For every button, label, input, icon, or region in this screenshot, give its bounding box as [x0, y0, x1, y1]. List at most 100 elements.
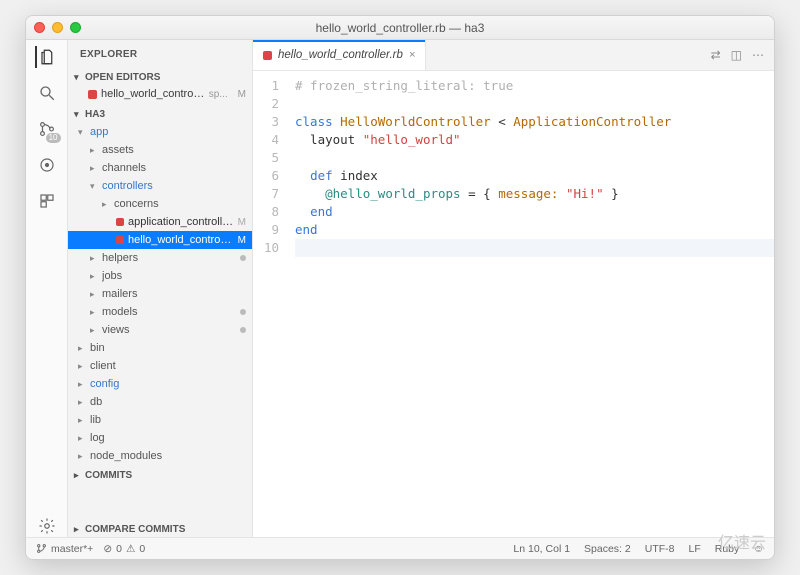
file-item[interactable]: hello_world_controller.rbM: [68, 231, 252, 249]
maximize-window-button[interactable]: [70, 22, 81, 33]
ruby-file-icon: [263, 51, 272, 60]
folder-item[interactable]: ▸ mailers: [68, 285, 252, 303]
open-editors-section: ▾ OPEN EDITORS hello_world_controller.rb…: [68, 68, 252, 105]
folder-item[interactable]: ▸ helpers: [68, 249, 252, 267]
code-line[interactable]: end: [295, 221, 774, 239]
open-editor-item[interactable]: hello_world_controller.rb sp... M: [68, 85, 252, 103]
code-line[interactable]: class HelloWorldController < Application…: [295, 113, 774, 131]
tab-bar: hello_world_controller.rb × ⇄ ◫ ⋯: [253, 40, 774, 71]
folder-item[interactable]: ▸db: [68, 393, 252, 411]
debug-icon[interactable]: [36, 154, 58, 176]
item-label: client: [90, 360, 252, 372]
line-number: 5: [257, 149, 279, 167]
compare-commits-header[interactable]: ▸ COMPARE COMMITS: [68, 522, 252, 537]
folder-item[interactable]: ▾controllers: [68, 177, 252, 195]
chevron-right-icon: ▸: [78, 451, 86, 462]
chevron-right-icon: ▸: [90, 253, 98, 264]
line-number: 7: [257, 185, 279, 203]
folder-item[interactable]: ▸node_modules: [68, 447, 252, 465]
line-number: 6: [257, 167, 279, 185]
project-header[interactable]: ▾ HA3: [68, 107, 252, 122]
explorer-icon[interactable]: [35, 46, 57, 68]
folder-item[interactable]: ▸log: [68, 429, 252, 447]
folder-item[interactable]: ▸ client: [68, 357, 252, 375]
item-label: bin: [90, 342, 252, 354]
folder-item[interactable]: ▸assets: [68, 141, 252, 159]
split-editor-icon[interactable]: ◫: [731, 48, 742, 62]
folder-item[interactable]: ▸channels: [68, 159, 252, 177]
watermark: 亿速云: [718, 529, 766, 553]
close-window-button[interactable]: [34, 22, 45, 33]
file-tree: ▾app▸assets▸channels▾controllers▸concern…: [68, 122, 252, 466]
line-number: 8: [257, 203, 279, 221]
folder-item[interactable]: ▸views: [68, 321, 252, 339]
more-actions-icon[interactable]: ⋯: [752, 48, 764, 62]
code-line[interactable]: # frozen_string_literal: true: [295, 77, 774, 95]
chevron-right-icon: ▸: [78, 433, 86, 444]
folder-item[interactable]: ▸bin: [68, 339, 252, 357]
modified-dot-icon: [240, 255, 246, 261]
line-gutter: 12345678910: [253, 71, 287, 537]
line-number: 9: [257, 221, 279, 239]
code-line[interactable]: [295, 239, 774, 257]
tab-hello-world-controller[interactable]: hello_world_controller.rb ×: [253, 40, 426, 70]
commits-header[interactable]: ▸ COMMITS: [68, 468, 252, 483]
indentation-status[interactable]: Spaces: 2: [584, 543, 631, 555]
code-line[interactable]: end: [295, 203, 774, 221]
item-label: config: [90, 378, 252, 390]
folder-item[interactable]: ▸jobs: [68, 267, 252, 285]
chevron-right-icon: ▸: [90, 271, 98, 282]
open-editors-header[interactable]: ▾ OPEN EDITORS: [68, 70, 252, 85]
code-line[interactable]: def index: [295, 167, 774, 185]
code-line[interactable]: [295, 149, 774, 167]
item-label: channels: [102, 162, 252, 174]
project-section: ▾ HA3 ▾app▸assets▸channels▾controllers▸c…: [68, 105, 252, 468]
chevron-down-icon: ▾: [74, 109, 82, 120]
folder-item[interactable]: ▾app: [68, 123, 252, 141]
settings-icon[interactable]: [36, 515, 58, 537]
cursor-position[interactable]: Ln 10, Col 1: [513, 543, 570, 555]
file-item[interactable]: application_controller.rbM: [68, 213, 252, 231]
extensions-icon[interactable]: [36, 190, 58, 212]
encoding-status[interactable]: UTF-8: [645, 543, 675, 555]
item-label: helpers: [102, 252, 236, 264]
code-content[interactable]: # frozen_string_literal: true class Hell…: [287, 71, 774, 537]
item-label: models: [102, 306, 236, 318]
git-branch-status[interactable]: master*+: [36, 543, 93, 555]
editor-actions: ⇄ ◫ ⋯: [701, 40, 774, 70]
folder-item[interactable]: ▸config: [68, 375, 252, 393]
vscode-window: hello_world_controller.rb — ha3 10: [25, 15, 775, 560]
chevron-right-icon: ▸: [90, 289, 98, 300]
folder-item[interactable]: ▸concerns: [68, 195, 252, 213]
item-label: assets: [102, 144, 252, 156]
chevron-down-icon: ▾: [78, 127, 86, 138]
minimize-window-button[interactable]: [52, 22, 63, 33]
chevron-right-icon: ▸: [78, 361, 86, 372]
code-line[interactable]: layout "hello_world": [295, 131, 774, 149]
close-tab-icon[interactable]: ×: [409, 49, 415, 61]
eol-status[interactable]: LF: [688, 543, 700, 555]
scm-icon[interactable]: 10: [36, 118, 58, 140]
code-line[interactable]: @hello_world_props = { message: "Hi!" }: [295, 185, 774, 203]
code-line[interactable]: [295, 95, 774, 113]
warning-icon: ⚠: [126, 543, 135, 555]
workbench: 10 EXPLORER ▾ OPEN EDITORS: [26, 40, 774, 537]
folder-item[interactable]: ▸lib: [68, 411, 252, 429]
scm-badge: 10: [46, 133, 61, 143]
line-number: 3: [257, 113, 279, 131]
chevron-right-icon: ▸: [74, 470, 82, 481]
folder-item[interactable]: ▸models: [68, 303, 252, 321]
item-label: mailers: [102, 288, 252, 300]
activity-bar: 10: [26, 40, 68, 537]
compare-icon[interactable]: ⇄: [711, 48, 721, 62]
modified-dot-icon: [240, 327, 246, 333]
code-area: 12345678910 # frozen_string_literal: tru…: [253, 71, 774, 537]
search-icon[interactable]: [36, 82, 58, 104]
item-label: application_controller.rb: [128, 216, 234, 228]
chevron-down-icon: ▾: [74, 72, 82, 83]
line-number: 4: [257, 131, 279, 149]
problems-status[interactable]: ⊘0 ⚠0: [103, 543, 145, 555]
item-label: hello_world_controller.rb: [128, 234, 234, 246]
chevron-right-icon: ▸: [90, 325, 98, 336]
item-label: lib: [90, 414, 252, 426]
